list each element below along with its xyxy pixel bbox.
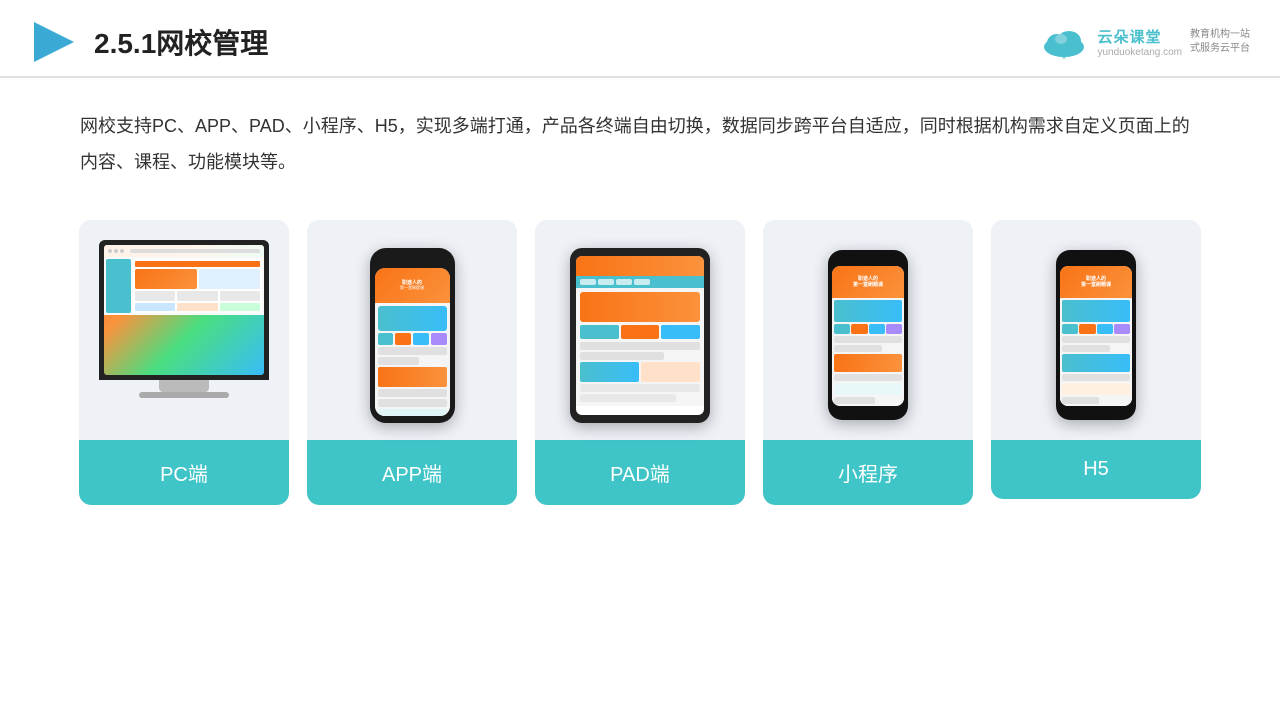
logo-text-area: 云朵课堂 yunduoketang.com bbox=[1097, 26, 1182, 58]
card-miniprogram-label: 小程序 bbox=[763, 440, 973, 505]
logo-tagline: 教育机构一站式服务云平台 bbox=[1190, 28, 1250, 56]
card-pc: PC端 bbox=[79, 220, 289, 505]
card-app-image: 职途人的 第一堂刷提课 bbox=[307, 220, 517, 440]
card-h5-image: 职途人的第一堂刷题课 bbox=[991, 220, 1201, 440]
h5-phone-mockup: 职途人的第一堂刷题课 bbox=[1056, 250, 1136, 420]
cards-container: PC端 职途人的 第一堂刷提课 bbox=[0, 190, 1280, 535]
header: 2.5.1网校管理 云朵课堂 yunduoketang.com 教育机构一站式服… bbox=[0, 0, 1280, 78]
description-text: 网校支持PC、APP、PAD、小程序、H5，实现多端打通，产品各终端自由切换，数… bbox=[0, 78, 1280, 190]
card-miniprogram: 职途人的第一堂刷题课 bbox=[763, 220, 973, 505]
card-pad-label: PAD端 bbox=[535, 440, 745, 505]
page-title: 2.5.1网校管理 bbox=[94, 22, 268, 62]
miniprogram-phone-mockup: 职途人的第一堂刷题课 bbox=[828, 250, 908, 420]
card-pad-image bbox=[535, 220, 745, 440]
logo-area: 云朵课堂 yunduoketang.com 教育机构一站式服务云平台 bbox=[1039, 25, 1250, 60]
card-pc-label: PC端 bbox=[79, 440, 289, 505]
logo-name: 云朵课堂 bbox=[1097, 26, 1182, 47]
card-pad: PAD端 bbox=[535, 220, 745, 505]
app-phone-mockup: 职途人的 第一堂刷提课 bbox=[370, 248, 455, 423]
header-left: 2.5.1网校管理 bbox=[30, 18, 268, 66]
card-app-label: APP端 bbox=[307, 440, 517, 505]
play-icon bbox=[30, 18, 78, 66]
card-h5: 职途人的第一堂刷题课 bbox=[991, 220, 1201, 499]
card-app: 职途人的 第一堂刷提课 bbox=[307, 220, 517, 505]
card-pc-image bbox=[79, 220, 289, 440]
cloud-logo-icon bbox=[1039, 25, 1089, 60]
pc-mockup bbox=[99, 240, 269, 430]
card-h5-label: H5 bbox=[991, 440, 1201, 499]
card-miniprogram-image: 职途人的第一堂刷题课 bbox=[763, 220, 973, 440]
logo-url: yunduoketang.com bbox=[1097, 47, 1182, 58]
pad-mockup bbox=[570, 248, 710, 423]
